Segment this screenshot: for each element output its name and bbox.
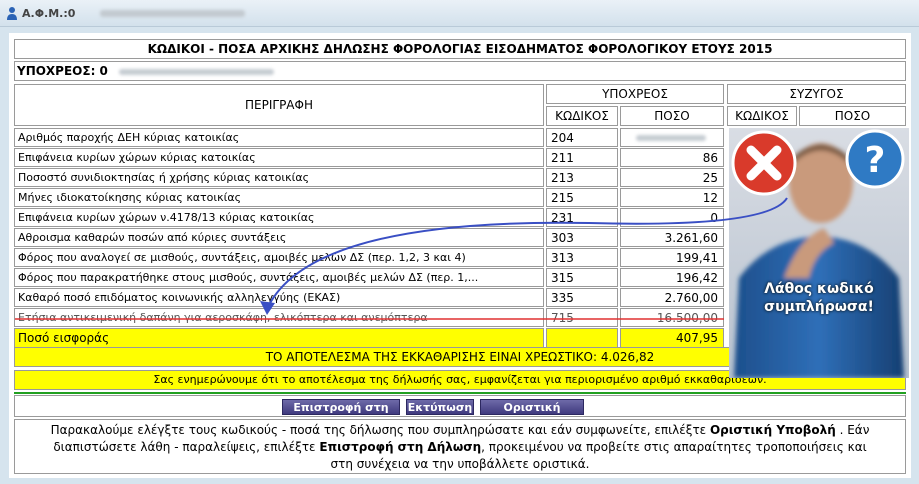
- arrow-head-icon: [260, 301, 275, 315]
- pointer-arrow-icon: [266, 197, 788, 310]
- afm-label: Α.Φ.Μ.:0: [22, 7, 76, 20]
- user-icon: [7, 7, 17, 20]
- afm-value-redacted: [100, 10, 245, 17]
- top-bar: Α.Φ.Μ.:0: [0, 0, 919, 27]
- annotation-overlay: [15, 197, 788, 320]
- declaration-panel: ΚΩΔΙΚΟΙ - ΠΟΣΑ ΑΡΧΙΚΗΣ ΔΗΛΩΣΗΣ ΦΟΡΟΛΟΓΙΑ…: [9, 33, 911, 478]
